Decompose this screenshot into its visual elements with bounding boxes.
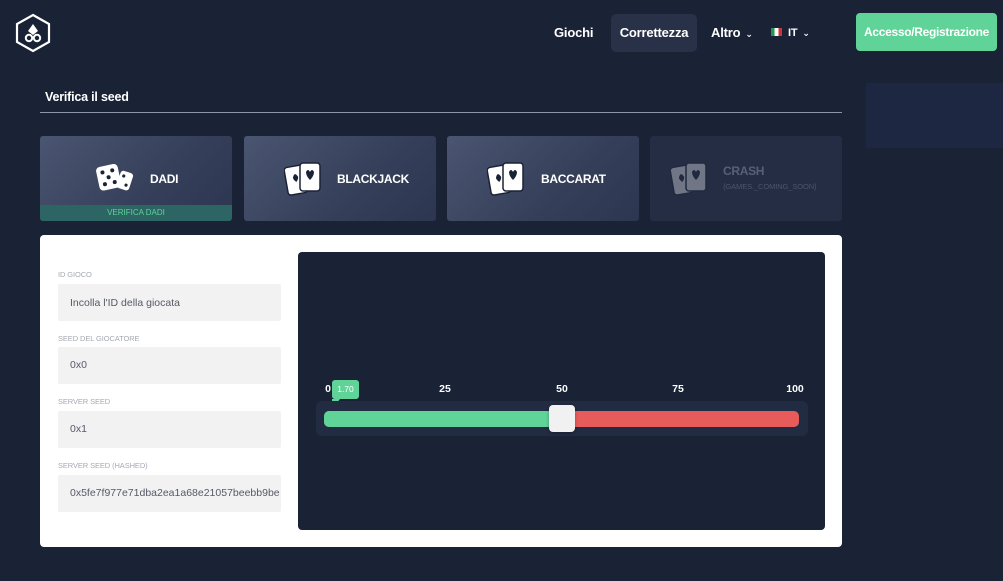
cards-icon xyxy=(487,162,524,196)
slider-tick: 25 xyxy=(439,383,451,395)
nav-altro-label: Altro xyxy=(711,25,741,40)
side-shade xyxy=(866,83,1003,148)
cards-icon xyxy=(670,162,707,196)
game-id-input[interactable] xyxy=(58,284,281,321)
slider-win-fill xyxy=(324,411,562,427)
verify-dadi-bar: VERIFICA DADI xyxy=(40,205,232,221)
title-divider xyxy=(40,112,842,113)
game-card-baccarat[interactable]: BACCARAT xyxy=(447,136,639,221)
dice-icon xyxy=(96,163,134,191)
slider-tick: 50 xyxy=(556,383,568,395)
nav-correttezza[interactable]: Correttezza xyxy=(611,14,697,52)
slider-tick: 0 xyxy=(325,383,331,395)
server-seed-input[interactable]: 0x1 xyxy=(58,411,281,448)
game-id-label: ID GIOCO xyxy=(58,270,92,279)
slider-tick: 100 xyxy=(786,383,804,395)
coming-soon-label: {GAMES._COMING_SOON} xyxy=(723,182,817,191)
nav-altro[interactable]: Altro ⌄ xyxy=(711,14,753,52)
game-card-label: BLACKJACK xyxy=(337,172,409,186)
game-card-blackjack[interactable]: BLACKJACK xyxy=(244,136,436,221)
server-seed-hashed-label: SERVER SEED (HASHED) xyxy=(58,461,148,470)
player-seed-label: SEED DEL GIOCATORE xyxy=(58,334,140,343)
game-card-dadi[interactable]: DADI VERIFICA DADI xyxy=(40,136,232,221)
game-card-label: DADI xyxy=(150,172,179,186)
game-card-crash: CRASH {GAMES._COMING_SOON} xyxy=(650,136,842,221)
game-card-label: CRASH xyxy=(723,164,765,178)
page-title: Verifica il seed xyxy=(45,90,129,104)
logo[interactable] xyxy=(14,13,52,53)
result-slider-area: 0 25 50 75 100 1.70 xyxy=(298,252,825,530)
language-label: IT xyxy=(788,27,798,39)
italy-flag-icon xyxy=(771,28,782,37)
server-seed-hashed-value: 0x5fe7f977e71dba2ea1a68e21057beebb9be xyxy=(70,487,280,499)
login-register-button[interactable]: Accesso/Registrazione xyxy=(856,13,997,51)
server-seed-value: 0x1 xyxy=(70,423,87,435)
player-seed-input[interactable]: 0x0 xyxy=(58,347,281,384)
server-seed-hashed-input[interactable]: 0x5fe7f977e71dba2ea1a68e21057beebb9be xyxy=(58,475,281,512)
language-selector[interactable]: IT ⌄ xyxy=(771,14,810,52)
player-seed-value: 0x0 xyxy=(70,359,87,371)
verify-panel: ID GIOCO SEED DEL GIOCATORE 0x0 SERVER S… xyxy=(40,235,842,547)
chevron-down-icon: ⌄ xyxy=(745,29,753,39)
game-card-label: BACCARAT xyxy=(541,172,606,186)
chevron-down-icon: ⌄ xyxy=(802,28,810,38)
slider-tick: 75 xyxy=(672,383,684,395)
cards-icon xyxy=(284,162,321,196)
nav-giochi[interactable]: Giochi xyxy=(554,14,593,52)
slider-handle[interactable] xyxy=(548,405,575,432)
result-value-bubble: 1.70 xyxy=(332,380,359,404)
server-seed-label: SERVER SEED xyxy=(58,397,111,406)
